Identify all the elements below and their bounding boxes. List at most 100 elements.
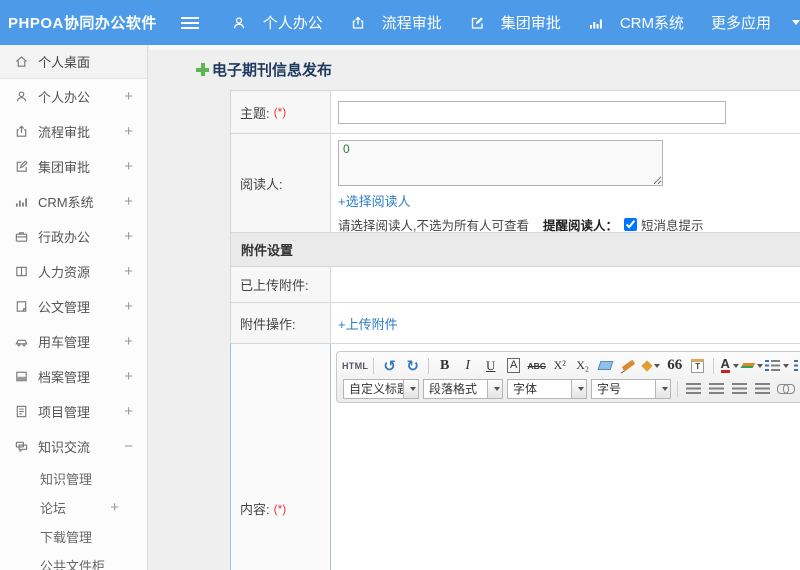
align-left-icon	[686, 383, 701, 394]
plus-icon	[196, 62, 209, 76]
nav-more-apps[interactable]: 更多应用	[711, 12, 771, 33]
expand-plus-icon[interactable]: +	[124, 368, 133, 385]
align-right-button[interactable]	[729, 379, 750, 399]
sidebar-item-personal-desktop[interactable]: 个人桌面	[0, 45, 147, 79]
chevron-down-icon	[732, 363, 739, 368]
superscript-button[interactable]: X²	[549, 356, 570, 376]
ordered-list-button[interactable]	[765, 356, 790, 376]
sidebar-item-group-approval[interactable]: 集团审批 +	[0, 149, 147, 184]
content-value-cell: HTML ↺ ↻ B I U A ABC X² X₂ 66 T A 自定义标 段…	[331, 344, 800, 570]
upload-attachment-link[interactable]: +上传附件	[338, 314, 398, 333]
toolbar-separator	[373, 357, 375, 374]
collapse-minus-icon[interactable]: −	[124, 438, 133, 455]
sidebar-item-personal-office[interactable]: 个人办公 +	[0, 79, 147, 114]
font-size-select[interactable]: 字号	[591, 378, 671, 399]
bold-button[interactable]: B	[434, 356, 455, 376]
hamburger-menu-icon[interactable]	[181, 16, 199, 29]
sidebar-item-archive-management[interactable]: 档案管理 +	[0, 359, 147, 394]
select-readers-link[interactable]: +选择阅读人	[338, 191, 411, 210]
highlight-color-button[interactable]	[740, 356, 764, 376]
paragraph-format-select[interactable]: 段落格式	[423, 378, 503, 399]
char-border-button[interactable]: A	[503, 356, 524, 376]
rich-text-editor: HTML ↺ ↻ B I U A ABC X² X₂ 66 T A 自定义标 段…	[331, 351, 800, 570]
chevron-down-icon	[403, 379, 418, 398]
readers-label-cell: 阅读人:	[231, 134, 331, 232]
readers-hint: 请选择阅读人,不选为所有人可查看	[338, 219, 529, 233]
sidebar-item-knowledge-exchange[interactable]: 知识交流 −	[0, 429, 147, 464]
sidebar-item-download-management[interactable]: 下载管理	[0, 522, 147, 551]
expand-plus-icon[interactable]: +	[124, 193, 133, 210]
sidebar-item-administrative-office[interactable]: 行政办公 +	[0, 219, 147, 254]
align-center-button[interactable]	[706, 379, 727, 399]
sms-label: 短消息提示	[641, 219, 704, 233]
page-title: 电子期刊信息发布	[212, 61, 333, 79]
sidebar-item-knowledge-management[interactable]: 知识管理	[0, 464, 147, 493]
content-label-cell: 内容: (*)	[231, 344, 331, 570]
sidebar: 个人桌面 个人办公 + 流程审批 + 集团审批 + CRM系统 + 行政办公 +…	[0, 45, 148, 570]
process-icon	[13, 124, 29, 140]
sidebar-item-public-file-cabinet[interactable]: 公共文件柜	[0, 551, 147, 570]
font-color-button[interactable]: A	[719, 356, 740, 376]
app-logo[interactable]: PHPOA协同办公软件	[0, 12, 181, 33]
nav-crm-system[interactable]: CRM系统	[588, 12, 684, 33]
auto-typeset-button[interactable]	[641, 356, 662, 376]
subject-input[interactable]	[338, 101, 726, 124]
attachment-actions-label: 附件操作:	[240, 316, 296, 332]
bar-chart-icon	[13, 194, 29, 210]
toolbar-separator	[713, 357, 715, 374]
archive-icon	[13, 369, 29, 385]
chat-bubbles-icon	[13, 439, 29, 455]
subscript-button[interactable]: X₂	[572, 356, 593, 376]
expand-plus-icon[interactable]: +	[124, 263, 133, 280]
align-justify-button[interactable]	[752, 379, 773, 399]
heading-select[interactable]: 自定义标题	[343, 378, 419, 399]
remove-format-button[interactable]	[595, 356, 616, 376]
nav-group-approval[interactable]: 集团审批	[469, 12, 561, 33]
expand-plus-icon[interactable]: +	[124, 298, 133, 315]
expand-plus-icon[interactable]: +	[124, 403, 133, 420]
required-mark: (*)	[273, 105, 287, 119]
format-painter-button[interactable]	[618, 356, 639, 376]
chevron-down-icon[interactable]	[792, 20, 800, 25]
sidebar-item-document-management[interactable]: 公文管理 +	[0, 289, 147, 324]
strikethrough-button[interactable]: ABC	[526, 356, 547, 376]
insert-link-button[interactable]	[775, 379, 796, 399]
expand-plus-icon[interactable]: +	[124, 228, 133, 245]
expand-plus-icon[interactable]: +	[124, 88, 133, 105]
sidebar-item-vehicle-management[interactable]: 用车管理 +	[0, 324, 147, 359]
italic-button[interactable]: I	[457, 356, 478, 376]
font-family-select[interactable]: 字体	[507, 378, 587, 399]
uploaded-attachments-label: 已上传附件:	[240, 278, 309, 293]
sms-checkbox[interactable]	[624, 218, 637, 231]
undo-button[interactable]: ↺	[379, 356, 400, 376]
nav-personal-office[interactable]: 个人办公	[231, 12, 323, 33]
main-content: 电子期刊信息发布 主题: (*) 阅读人: 0 +选择阅读人 请选择阅读人,不选…	[149, 45, 800, 570]
source-code-button[interactable]: HTML	[342, 356, 368, 376]
expand-plus-icon[interactable]: +	[124, 158, 133, 175]
book-icon	[13, 264, 29, 280]
sidebar-item-project-management[interactable]: 项目管理 +	[0, 394, 147, 429]
paste-as-text-button[interactable]: T	[687, 356, 708, 376]
underline-button[interactable]: U	[480, 356, 501, 376]
magic-wand-icon	[641, 359, 653, 372]
sidebar-item-forum[interactable]: 论坛 +	[0, 493, 147, 522]
expand-plus-icon[interactable]: +	[124, 123, 133, 140]
sidebar-item-crm-system[interactable]: CRM系统 +	[0, 184, 147, 219]
chevron-down-icon	[757, 363, 764, 368]
sidebar-item-human-resources[interactable]: 人力资源 +	[0, 254, 147, 289]
expand-plus-icon[interactable]: +	[124, 333, 133, 350]
user-icon	[231, 15, 247, 31]
unordered-list-button[interactable]	[791, 356, 800, 376]
readers-textarea[interactable]: 0	[338, 140, 663, 186]
blockquote-button[interactable]: 66	[664, 356, 685, 376]
chevron-down-icon	[571, 379, 586, 398]
expand-plus-icon[interactable]: +	[110, 499, 119, 516]
editor-content-area[interactable]	[331, 403, 800, 570]
user-icon	[13, 89, 29, 105]
nav-workflow-approval[interactable]: 流程审批	[350, 12, 442, 33]
align-left-button[interactable]	[683, 379, 704, 399]
attachments-section-header: 附件设置	[230, 233, 800, 267]
sidebar-item-workflow-approval[interactable]: 流程审批 +	[0, 114, 147, 149]
redo-button[interactable]: ↻	[402, 356, 423, 376]
document-icon	[13, 299, 29, 315]
